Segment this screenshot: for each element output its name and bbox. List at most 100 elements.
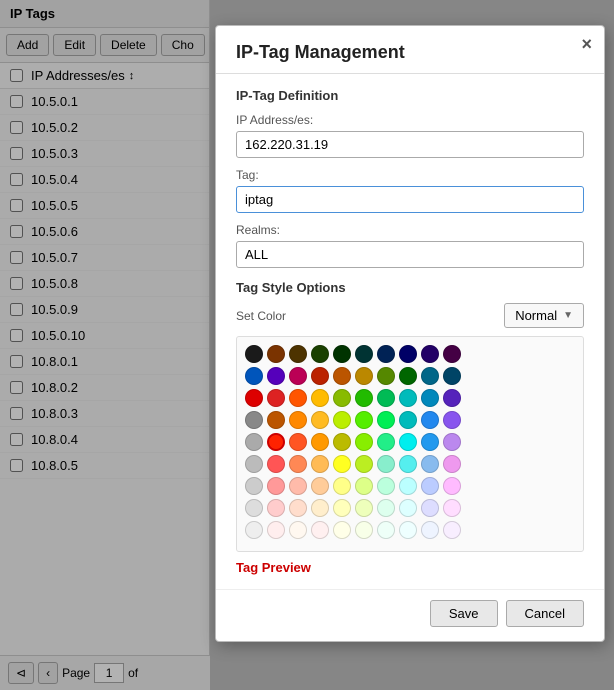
color-dot[interactable]	[245, 433, 263, 451]
color-dot[interactable]	[267, 477, 285, 495]
color-dot[interactable]	[333, 499, 351, 517]
color-dot[interactable]	[267, 345, 285, 363]
color-dot[interactable]	[289, 521, 307, 539]
tag-preview[interactable]: Tag Preview	[236, 560, 584, 575]
color-dot[interactable]	[267, 411, 285, 429]
color-dot[interactable]	[355, 521, 373, 539]
color-dot[interactable]	[421, 521, 439, 539]
color-dot[interactable]	[311, 477, 329, 495]
color-dot[interactable]	[311, 411, 329, 429]
color-dot[interactable]	[333, 411, 351, 429]
modal-body: IP-Tag Definition IP Address/es: Tag: Re…	[216, 74, 604, 589]
color-dot[interactable]	[267, 521, 285, 539]
save-button[interactable]: Save	[430, 600, 498, 627]
color-dot[interactable]	[399, 433, 417, 451]
color-dot[interactable]	[443, 521, 461, 539]
color-dot[interactable]	[333, 433, 351, 451]
color-dot[interactable]	[289, 345, 307, 363]
color-dot[interactable]	[355, 455, 373, 473]
color-dot[interactable]	[311, 389, 329, 407]
color-dot[interactable]	[355, 389, 373, 407]
color-dot[interactable]	[443, 367, 461, 385]
color-dot[interactable]	[399, 411, 417, 429]
color-dot[interactable]	[377, 389, 395, 407]
color-dot[interactable]	[443, 433, 461, 451]
color-dot[interactable]	[267, 455, 285, 473]
color-dot[interactable]	[333, 367, 351, 385]
color-dot[interactable]	[377, 455, 395, 473]
color-dot[interactable]	[245, 521, 263, 539]
color-dot[interactable]	[311, 455, 329, 473]
color-dot[interactable]	[377, 433, 395, 451]
color-dot[interactable]	[443, 455, 461, 473]
color-dot[interactable]	[289, 477, 307, 495]
color-dot[interactable]	[289, 389, 307, 407]
color-dot[interactable]	[289, 433, 307, 451]
color-dot[interactable]	[289, 411, 307, 429]
color-dot[interactable]	[311, 367, 329, 385]
color-dot[interactable]	[399, 455, 417, 473]
color-dot[interactable]	[399, 499, 417, 517]
color-dot[interactable]	[289, 499, 307, 517]
color-row	[245, 433, 575, 451]
color-dot[interactable]	[245, 389, 263, 407]
color-dot[interactable]	[355, 411, 373, 429]
color-dot[interactable]	[311, 521, 329, 539]
color-dot[interactable]	[245, 477, 263, 495]
color-dot[interactable]	[377, 411, 395, 429]
color-dot[interactable]	[333, 455, 351, 473]
color-dot[interactable]	[377, 499, 395, 517]
color-dot[interactable]	[289, 455, 307, 473]
color-dot[interactable]	[399, 521, 417, 539]
color-dot[interactable]	[443, 477, 461, 495]
color-dot[interactable]	[421, 455, 439, 473]
color-dot[interactable]	[421, 433, 439, 451]
color-dot[interactable]	[377, 521, 395, 539]
color-dot[interactable]	[245, 345, 263, 363]
color-dot[interactable]	[443, 389, 461, 407]
color-dot[interactable]	[421, 389, 439, 407]
color-dot[interactable]	[355, 367, 373, 385]
cancel-button[interactable]: Cancel	[506, 600, 584, 627]
realms-input[interactable]	[236, 241, 584, 268]
color-dot[interactable]	[443, 499, 461, 517]
ip-address-input[interactable]	[236, 131, 584, 158]
normal-dropdown[interactable]: Normal ▼	[504, 303, 584, 328]
color-dot[interactable]	[245, 411, 263, 429]
color-dot[interactable]	[333, 477, 351, 495]
color-dot[interactable]	[355, 477, 373, 495]
color-dot[interactable]	[267, 389, 285, 407]
color-dot[interactable]	[377, 477, 395, 495]
color-dot[interactable]	[333, 521, 351, 539]
color-dot[interactable]	[399, 477, 417, 495]
color-dot[interactable]	[421, 345, 439, 363]
color-dot[interactable]	[443, 411, 461, 429]
color-dot[interactable]	[333, 345, 351, 363]
color-dot[interactable]	[289, 367, 307, 385]
color-dot[interactable]	[421, 477, 439, 495]
color-dot[interactable]	[245, 367, 263, 385]
tag-input[interactable]	[236, 186, 584, 213]
color-dot[interactable]	[333, 389, 351, 407]
close-button[interactable]: ×	[581, 34, 592, 55]
color-dot[interactable]	[245, 499, 263, 517]
color-dot[interactable]	[377, 367, 395, 385]
color-dot[interactable]	[399, 389, 417, 407]
color-dot[interactable]	[267, 499, 285, 517]
color-dot[interactable]	[311, 499, 329, 517]
color-dot[interactable]	[311, 345, 329, 363]
color-dot[interactable]	[421, 411, 439, 429]
color-dot[interactable]	[245, 455, 263, 473]
color-dot[interactable]	[267, 367, 285, 385]
color-dot[interactable]	[267, 433, 285, 451]
color-dot[interactable]	[311, 433, 329, 451]
color-dot[interactable]	[399, 367, 417, 385]
color-dot[interactable]	[443, 345, 461, 363]
color-dot[interactable]	[355, 345, 373, 363]
color-dot[interactable]	[399, 345, 417, 363]
color-dot[interactable]	[377, 345, 395, 363]
color-dot[interactable]	[421, 367, 439, 385]
color-dot[interactable]	[355, 433, 373, 451]
color-dot[interactable]	[421, 499, 439, 517]
color-dot[interactable]	[355, 499, 373, 517]
